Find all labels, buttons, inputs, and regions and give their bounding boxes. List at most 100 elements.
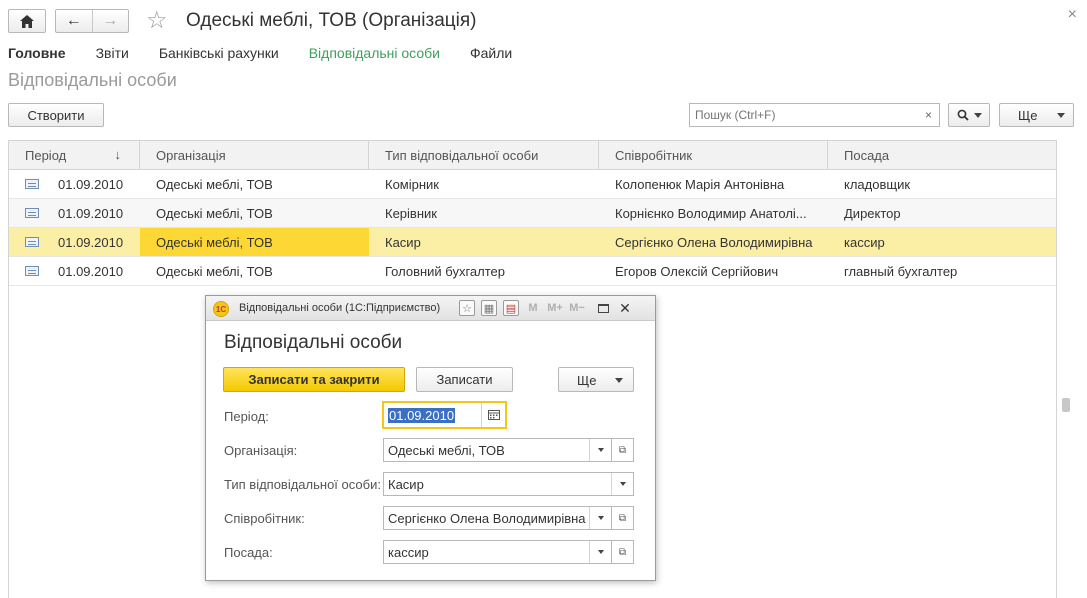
table-row[interactable]: 01.09.2010 Одеські меблі, ТОВ Керівник К… <box>9 199 1056 228</box>
top-bar: ← → ☆ Одеські меблі, ТОВ (Організація) × <box>0 0 1087 42</box>
calculator-icon[interactable]: ▦ <box>481 300 497 316</box>
forward-button[interactable]: → <box>91 10 129 32</box>
memory-minus-icon[interactable]: M− <box>569 300 585 316</box>
cell-type: Керівник <box>385 206 437 221</box>
period-field[interactable]: 01.09.2010 <box>382 401 507 429</box>
cell-employee: Корнієнко Володимир Анатолі... <box>615 206 807 221</box>
column-header-position[interactable]: Посада <box>828 141 1056 169</box>
cell-position: кассир <box>844 235 885 250</box>
cell-period: 01.09.2010 <box>9 228 140 256</box>
chevron-down-icon <box>597 550 604 554</box>
close-icon[interactable]: × <box>1068 6 1077 24</box>
table-row-selected[interactable]: 01.09.2010 Одеські меблі, ТОВ Касир Серг… <box>9 228 1056 257</box>
open-form-icon: ⧉ <box>618 546 627 558</box>
cell-period-text: 01.09.2010 <box>58 205 124 221</box>
cell-period-text: 01.09.2010 <box>58 234 124 250</box>
cell-period: 01.09.2010 <box>9 257 140 285</box>
organization-label: Організація: <box>224 443 298 458</box>
cell-period: 01.09.2010 <box>9 199 140 227</box>
save-button[interactable]: Записати <box>416 367 513 392</box>
dialog-more-button[interactable]: Ще <box>558 367 634 392</box>
sort-arrow-icon: ↓ <box>114 147 122 162</box>
table-header: Період ↓ Організація Тип відповідальної … <box>9 141 1056 170</box>
organization-dropdown[interactable] <box>589 439 611 461</box>
cell-position: Директор <box>844 206 901 221</box>
link-icon[interactable]: ☆ <box>459 300 475 316</box>
position-field[interactable]: кассир <box>383 540 612 564</box>
period-value: 01.09.2010 <box>388 408 456 423</box>
arrow-right-icon: → <box>102 12 119 29</box>
arrow-left-icon: ← <box>65 12 82 29</box>
column-header-organization[interactable]: Організація <box>140 141 369 169</box>
memory-plus-icon[interactable]: M+ <box>547 300 563 316</box>
magnifier-icon <box>957 109 969 121</box>
home-icon <box>20 14 34 28</box>
employee-open-button[interactable]: ⧉ <box>612 506 634 530</box>
home-button[interactable] <box>8 9 46 33</box>
cell-position: главный бухгалтер <box>844 264 958 279</box>
cell-employee: Сергієнко Олена Володимирівна <box>615 235 813 250</box>
clear-icon: × <box>924 108 932 122</box>
chevron-down-icon <box>619 482 626 486</box>
type-value: Касир <box>388 477 424 492</box>
column-header-employee[interactable]: Співробітник <box>599 141 828 169</box>
column-header-period[interactable]: Період ↓ <box>9 141 140 169</box>
position-open-button[interactable]: ⧉ <box>612 540 634 564</box>
cell-position: кладовщик <box>844 177 911 192</box>
favorite-star-icon[interactable]: ☆ <box>146 6 168 36</box>
tab-files[interactable]: Файли <box>470 45 512 61</box>
column-header-type[interactable]: Тип відповідальної особи <box>369 141 599 169</box>
scrollbar-thumb[interactable] <box>1062 398 1070 412</box>
search-input[interactable] <box>689 103 919 127</box>
table-row[interactable]: 01.09.2010 Одеські меблі, ТОВ Головний б… <box>9 257 1056 286</box>
calendar-picker-icon[interactable] <box>481 403 505 427</box>
type-label: Тип відповідальної особи: <box>224 477 381 492</box>
memory-m-icon[interactable]: M <box>525 300 541 316</box>
cell-type: Головний бухгалтер <box>385 264 505 279</box>
chevron-down-icon <box>973 112 982 118</box>
type-field[interactable]: Касир <box>383 472 634 496</box>
more-button[interactable]: Ще <box>999 103 1074 127</box>
position-value: кассир <box>388 545 429 560</box>
type-dropdown[interactable] <box>611 473 633 495</box>
save-and-close-button[interactable]: Записати та закрити <box>223 367 405 392</box>
cell-type: Касир <box>385 235 421 250</box>
tab-reports[interactable]: Звіти <box>96 45 129 61</box>
record-icon <box>25 266 39 276</box>
cell-organization-active[interactable]: Одеські меблі, ТОВ <box>140 228 369 256</box>
dialog-window-title: Відповідальні особи (1С:Підприємство) <box>239 302 441 314</box>
record-icon <box>25 179 39 189</box>
cell-type: Комірник <box>385 177 439 192</box>
responsible-person-dialog: 1С Відповідальні особи (1С:Підприємство)… <box>205 295 656 581</box>
cell-employee: Егоров Олексій Сергійович <box>615 264 779 279</box>
cell-employee: Колопенюк Марія Антонівна <box>615 177 785 192</box>
create-button[interactable]: Створити <box>8 103 104 127</box>
organization-open-button[interactable]: ⧉ <box>612 438 634 462</box>
cell-organization: Одеські меблі, ТОВ <box>156 264 273 279</box>
search-clear-button[interactable]: × <box>918 103 940 127</box>
record-icon <box>25 237 39 247</box>
organization-value: Одеські меблі, ТОВ <box>388 443 505 458</box>
employee-dropdown[interactable] <box>589 507 611 529</box>
dialog-heading: Відповідальні особи <box>224 332 403 353</box>
back-button[interactable]: ← <box>56 10 92 32</box>
employee-value: Сергієнко Олена Володимирівна <box>388 511 586 526</box>
organization-field[interactable]: Одеські меблі, ТОВ <box>383 438 612 462</box>
calendar-icon[interactable]: ▤ <box>503 300 519 316</box>
record-icon <box>25 208 39 218</box>
employee-field[interactable]: Сергієнко Олена Володимирівна <box>383 506 612 530</box>
dialog-titlebar[interactable]: 1С Відповідальні особи (1С:Підприємство)… <box>206 296 655 321</box>
search-options-button[interactable] <box>948 103 990 127</box>
navigation-buttons: ← → <box>55 9 129 33</box>
section-subtitle: Відповідальні особи <box>8 70 177 90</box>
close-icon[interactable]: ✕ <box>617 300 633 316</box>
table-row[interactable]: 01.09.2010 Одеські меблі, ТОВ Комірник К… <box>9 170 1056 199</box>
tab-bank-accounts[interactable]: Банківські рахунки <box>159 45 279 61</box>
dialog-more-label: Ще <box>577 373 597 388</box>
position-dropdown[interactable] <box>589 541 611 563</box>
section-tabs: Головне Звіти Банківські рахунки Відпові… <box>8 45 542 61</box>
tab-main[interactable]: Головне <box>8 45 66 61</box>
maximize-icon[interactable] <box>595 300 611 316</box>
tab-responsible-persons[interactable]: Відповідальні особи <box>309 45 440 61</box>
employee-label: Співробітник: <box>224 511 305 526</box>
